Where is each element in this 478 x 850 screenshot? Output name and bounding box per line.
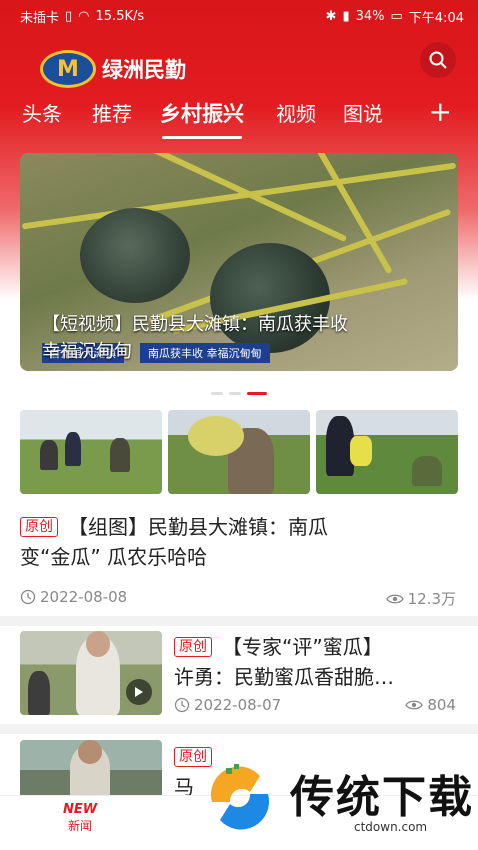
original-badge: 原创 xyxy=(174,637,212,657)
logo-text: 绿洲民勤 xyxy=(102,57,186,82)
clock-icon xyxy=(20,589,36,605)
tab-recommend[interactable]: 推荐 xyxy=(92,98,132,127)
article-2-title-line2: 许勇：民勤蜜瓜香甜脆… xyxy=(174,665,394,689)
article-1-photo xyxy=(20,410,162,494)
nav-news[interactable]: NEW 新闻 xyxy=(56,802,104,834)
tab-rural-revitalization[interactable]: 乡村振兴 xyxy=(160,98,244,139)
watermark-text: 传统下载 xyxy=(290,772,474,823)
vibrate-icon: ▮ xyxy=(342,8,350,24)
article-2-title[interactable]: 原创 【专家“评”蜜瓜】 许勇：民勤蜜瓜香甜脆… xyxy=(174,632,464,692)
tab-photo[interactable]: 图说 xyxy=(343,98,383,127)
add-channel-button[interactable]: + xyxy=(429,98,452,126)
article-1-date: 2022-08-08 xyxy=(20,588,127,606)
clock-icon xyxy=(174,697,190,713)
watermark-url: ctdown.com xyxy=(354,820,428,834)
article-2-date: 2022-08-07 xyxy=(174,696,281,714)
speed-text: 15.5K/s xyxy=(95,8,145,24)
article-2-title-line1: 【专家“评”蜜瓜】 xyxy=(222,635,383,659)
status-bar: 未插卡 ▯ ◠ 15.5K/s ✱ ▮ 34% ▭ 下午4:04 xyxy=(20,6,464,26)
article-2-views: 804 xyxy=(405,696,456,714)
article-1-photo xyxy=(316,410,458,494)
news-icon: NEW xyxy=(62,802,98,817)
watermark-logo-icon xyxy=(204,762,276,834)
carousel-indicator xyxy=(211,392,267,395)
sim-icon: ▯ xyxy=(65,8,73,24)
eye-icon xyxy=(405,700,424,710)
search-icon xyxy=(429,51,447,69)
carrier-text: 未插卡 xyxy=(20,10,60,26)
carousel-dot-active xyxy=(247,392,267,395)
channel-tabs: 头条 推荐 乡村振兴 视频 图说 xyxy=(0,98,478,139)
tab-video[interactable]: 视频 xyxy=(276,98,316,127)
nav-news-label: 新闻 xyxy=(67,819,92,833)
battery-text: 34% xyxy=(355,8,385,24)
article-1-photo xyxy=(168,410,310,494)
watermark: 传统下载 ctdown.com xyxy=(204,748,478,848)
banner-carousel[interactable]: 甘肃县大滩镇 南瓜获丰收 幸福沉甸甸 【短视频】民勤县大滩镇：南瓜获丰收 幸福沉… xyxy=(20,153,458,371)
article-1-title-line2: 变“金瓜” 瓜农乐哈哈 xyxy=(20,545,208,569)
banner-title-line1: 【短视频】民勤县大滩镇：南瓜获丰收 xyxy=(42,314,348,335)
divider xyxy=(0,724,478,734)
search-button[interactable] xyxy=(420,42,456,78)
banner-subtitle-right: 南瓜获丰收 幸福沉甸甸 xyxy=(140,343,270,363)
battery-icon: ▭ xyxy=(390,8,403,24)
article-1-views: 12.3万 xyxy=(385,588,456,609)
banner-title-line2: 幸福沉甸甸 xyxy=(42,341,132,362)
clock-text: 下午4:04 xyxy=(408,10,464,26)
article-1-title-line1: 【组图】民勤县大滩镇：南瓜 xyxy=(68,515,328,539)
tab-headlines[interactable]: 头条 xyxy=(22,98,62,127)
pumpkin-image xyxy=(80,208,190,303)
article-1-title[interactable]: 原创 【组图】民勤县大滩镇：南瓜 变“金瓜” 瓜农乐哈哈 xyxy=(20,512,460,572)
bluetooth-icon: ✱ xyxy=(325,8,337,24)
eye-icon xyxy=(385,594,404,603)
carousel-dot xyxy=(229,392,241,395)
article-3-thumb[interactable] xyxy=(20,740,162,800)
carousel-dot xyxy=(211,392,223,395)
original-badge: 原创 xyxy=(20,517,58,537)
article-1-images[interactable] xyxy=(20,410,458,494)
play-button[interactable] xyxy=(126,679,152,705)
wifi-icon: ◠ xyxy=(78,8,90,24)
app-logo: M 绿洲民勤 xyxy=(40,50,186,88)
play-icon xyxy=(135,687,143,697)
divider xyxy=(0,616,478,626)
article-2-video-thumb[interactable] xyxy=(20,631,162,715)
logo-emblem-icon: M xyxy=(40,50,96,88)
